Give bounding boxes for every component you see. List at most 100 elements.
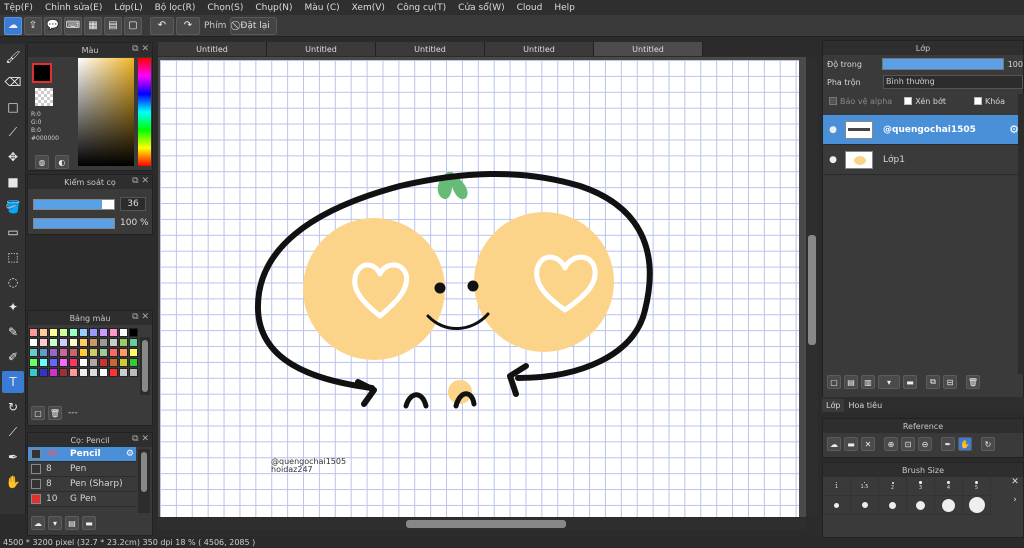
palette-swatch[interactable] xyxy=(89,328,98,337)
palette-swatch[interactable] xyxy=(119,328,128,337)
palette-swatch[interactable] xyxy=(99,358,108,367)
layer-item-signature[interactable]: ● @quengochai1505 ⚙ xyxy=(823,115,1023,145)
gear-icon[interactable]: ⚙ xyxy=(126,449,134,459)
fill-rect-icon[interactable]: ■ xyxy=(2,171,24,193)
panel-controls-icon[interactable]: ⧉ ✕ xyxy=(132,176,149,186)
palette-swatch[interactable] xyxy=(99,338,108,347)
tab-layer[interactable]: Lớp xyxy=(822,398,845,412)
copy-brush-icon[interactable]: ▤ xyxy=(65,516,79,530)
foreground-color-swatch[interactable] xyxy=(32,63,52,83)
palette-swatch[interactable] xyxy=(29,358,38,367)
palette-scrollbar[interactable] xyxy=(140,337,150,395)
new-layer-1bit-icon[interactable]: ▥ xyxy=(861,375,875,389)
palette-swatch[interactable] xyxy=(89,348,98,357)
palette-swatch[interactable] xyxy=(59,348,68,357)
palette-swatch[interactable] xyxy=(89,358,98,367)
palette-swatch[interactable] xyxy=(29,328,38,337)
menu-help[interactable]: Help xyxy=(554,3,575,13)
pen-scroll-thumb[interactable] xyxy=(141,452,147,492)
palette-swatch[interactable] xyxy=(59,338,68,347)
select-pen-icon[interactable]: ✎ xyxy=(2,321,24,343)
palette-swatch[interactable] xyxy=(49,358,58,367)
palette-swatch[interactable] xyxy=(119,338,128,347)
palette-swatch[interactable] xyxy=(109,348,118,357)
fit-icon[interactable]: ⊡ xyxy=(901,437,915,451)
close-icon[interactable]: ✕ xyxy=(861,437,875,451)
drawing-canvas[interactable]: @quengochai1505 hoidaz247 xyxy=(160,60,799,517)
canvas-vertical-scrollbar[interactable] xyxy=(806,57,818,517)
palette-swatch[interactable] xyxy=(29,368,38,377)
new-layer-icon[interactable]: ▢ xyxy=(827,375,841,389)
palette-swatch[interactable] xyxy=(99,328,108,337)
palette-swatch[interactable] xyxy=(129,328,138,337)
trash-icon[interactable]: 🗑 xyxy=(48,406,62,420)
new-layer-8bit-icon[interactable]: ▤ xyxy=(844,375,858,389)
pen-item-g-pen[interactable]: 10 G Pen xyxy=(28,492,136,507)
palette-swatch[interactable] xyxy=(79,368,88,377)
palette-swatch[interactable] xyxy=(109,338,118,347)
palette-swatch[interactable] xyxy=(109,328,118,337)
pen-item-pen[interactable]: 8 Pen xyxy=(28,462,136,477)
delete-layer-icon[interactable]: 🗑 xyxy=(966,375,980,389)
palette-swatch[interactable] xyxy=(39,348,48,357)
brush-size-3[interactable]: 3 xyxy=(907,477,935,496)
canvas-horizontal-scrollbar[interactable] xyxy=(158,518,806,530)
brush-size-15[interactable] xyxy=(907,496,935,515)
palette-swatch[interactable] xyxy=(89,368,98,377)
bucket-tool-icon[interactable]: 🪣 xyxy=(2,196,24,218)
document-icon[interactable]: ▤ xyxy=(104,16,122,35)
menu-window[interactable]: Cửa sổ(W) xyxy=(458,3,504,13)
palette-swatch[interactable] xyxy=(39,358,48,367)
divide-tool-icon[interactable]: ⟋ xyxy=(2,421,24,443)
layer-opacity-slider[interactable] xyxy=(881,58,1004,70)
layer-scrollbar[interactable] xyxy=(1018,94,1024,374)
pen-scrollbar[interactable] xyxy=(138,449,150,513)
zoom-in-icon[interactable]: ⊕ xyxy=(884,437,898,451)
tab-untitled-5[interactable]: Untitled xyxy=(594,42,703,56)
select-eraser-icon[interactable]: ✐ xyxy=(2,346,24,368)
keyboard-icon[interactable]: ⌨ xyxy=(64,16,82,35)
brush-size-slider[interactable] xyxy=(33,199,115,210)
palette-swatch[interactable] xyxy=(69,338,78,347)
brush-size-25[interactable] xyxy=(963,496,991,515)
color-wheel-icon[interactable]: ◍ xyxy=(35,155,49,169)
layer-item-layer1[interactable]: ● Lớp1 xyxy=(823,145,1023,175)
tab-untitled-2[interactable]: Untitled xyxy=(267,42,376,56)
brush-size-7[interactable] xyxy=(823,496,851,515)
rect-select-icon[interactable]: □ xyxy=(2,96,24,118)
hand-tool-icon[interactable]: ✋ xyxy=(2,471,24,493)
next-icon[interactable]: › xyxy=(1005,495,1024,505)
line-tool-icon[interactable]: ⟋ xyxy=(2,121,24,143)
palette-swatch[interactable] xyxy=(89,338,98,347)
palette-swatch[interactable] xyxy=(119,348,128,357)
open-folder-icon[interactable]: ▬ xyxy=(844,437,858,451)
gradient-tool-icon[interactable]: ▭ xyxy=(2,221,24,243)
brush-size-1-5[interactable]: 1.5 xyxy=(851,477,879,496)
color-palette-icon[interactable]: ◐ xyxy=(54,155,69,169)
merge-layer-icon[interactable]: ⊟ xyxy=(943,375,957,389)
palette-swatch[interactable] xyxy=(79,348,88,357)
eyedropper-icon[interactable]: ✒ xyxy=(2,446,24,468)
clipping-checkbox[interactable] xyxy=(904,97,913,105)
move-tool-icon[interactable]: ✥ xyxy=(2,146,24,168)
palette-swatch[interactable] xyxy=(59,368,68,377)
tab-navigator[interactable]: Hoa tiêu xyxy=(844,399,886,412)
palette-swatch[interactable] xyxy=(129,338,138,347)
menu-edit[interactable]: Chỉnh sửa(E) xyxy=(45,3,102,13)
menu-filter[interactable]: Bộ lọc(R) xyxy=(155,3,196,13)
brush-size-4[interactable]: 4 xyxy=(935,477,963,496)
tab-untitled-3[interactable]: Untitled xyxy=(376,42,485,56)
palette-swatch[interactable] xyxy=(129,358,138,367)
undo-icon[interactable]: ↶ xyxy=(150,16,174,35)
menu-select[interactable]: Chọn(S) xyxy=(207,3,243,13)
palette-swatch[interactable] xyxy=(109,358,118,367)
palette-swatch[interactable] xyxy=(119,368,128,377)
cloud-icon[interactable]: ☁ xyxy=(4,16,22,35)
hand-icon[interactable]: ✋ xyxy=(958,437,972,451)
palette-swatch[interactable] xyxy=(59,328,68,337)
palette-swatch[interactable] xyxy=(39,338,48,347)
brush-size-10[interactable] xyxy=(851,496,879,515)
add-layer-menu-icon[interactable]: ▾ xyxy=(878,375,900,389)
palette-swatch[interactable] xyxy=(129,348,138,357)
brush-size-2[interactable]: 2 xyxy=(879,477,907,496)
